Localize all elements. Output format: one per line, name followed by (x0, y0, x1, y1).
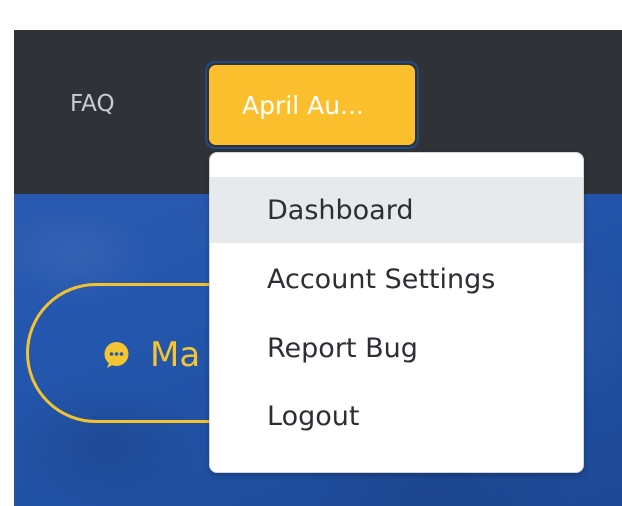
chat-bubble-icon (104, 342, 129, 368)
faq-link[interactable]: FAQ (70, 89, 115, 119)
menu-item-account-settings[interactable]: Account Settings (210, 246, 583, 312)
hero-cta-label: Ma (150, 335, 201, 375)
menu-item-dashboard[interactable]: Dashboard (210, 177, 583, 243)
user-menu-button-fill: April Au... (209, 65, 415, 145)
menu-item-logout[interactable]: Logout (210, 383, 583, 449)
top-strip (0, 0, 622, 30)
user-dropdown-menu: Dashboard Account Settings Report Bug Lo… (209, 152, 584, 473)
menu-item-report-bug[interactable]: Report Bug (210, 315, 583, 381)
user-menu-button[interactable]: April Au... (205, 61, 419, 149)
user-menu-label: April Au... (242, 90, 364, 120)
